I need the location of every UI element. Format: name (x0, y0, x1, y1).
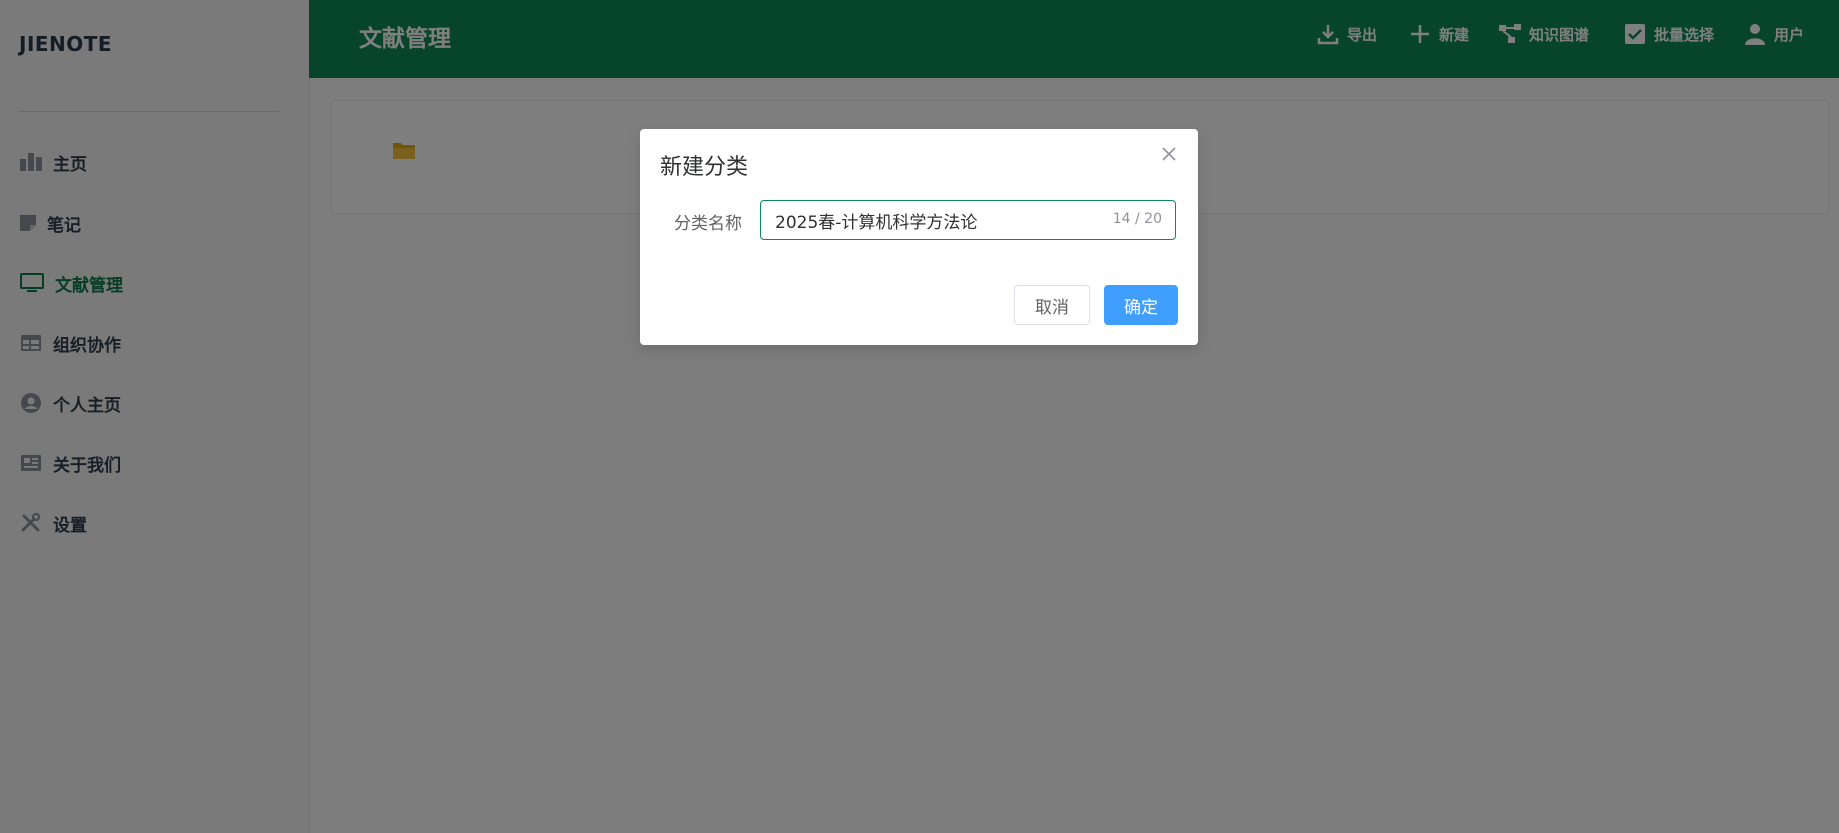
app-root: JIENOTE 主页 笔记 (0, 0, 1839, 833)
char-counter: 14 / 20 (1112, 211, 1162, 227)
cancel-button[interactable]: 取消 (1014, 285, 1090, 325)
category-name-label: 分类名称 (674, 214, 742, 234)
close-icon[interactable] (1160, 145, 1178, 163)
modal-overlay[interactable] (0, 0, 1839, 833)
dialog-title: 新建分类 (660, 155, 749, 180)
category-name-input[interactable] (775, 201, 1095, 239)
category-name-field: 14 / 20 (760, 200, 1176, 240)
confirm-button[interactable]: 确定 (1104, 285, 1178, 325)
new-category-dialog: 新建分类 分类名称 14 / 20 取消 确定 (640, 129, 1198, 345)
